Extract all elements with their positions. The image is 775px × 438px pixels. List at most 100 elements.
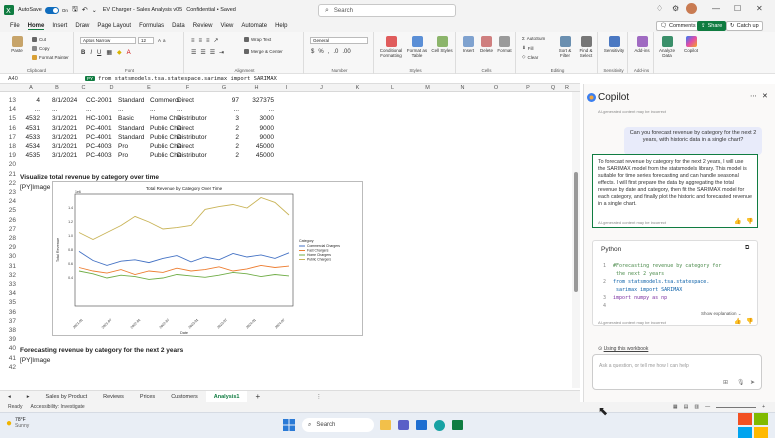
zoom-slider[interactable]	[716, 406, 757, 408]
table-cell[interactable]: 3/1/2021	[52, 134, 77, 141]
excel-app-icon[interactable]	[452, 420, 463, 432]
row-header[interactable]: 30	[0, 253, 18, 260]
grow-font-icon[interactable]: A	[158, 38, 161, 43]
save-icon[interactable]: 🖫	[72, 5, 78, 16]
table-cell[interactable]: ...	[177, 106, 182, 113]
number-format-dropdown[interactable]: General	[310, 37, 368, 44]
analyze-data-button[interactable]: Analyze Data	[656, 36, 678, 58]
settings-icon[interactable]: ⚙	[672, 4, 679, 13]
column-header-d[interactable]: D	[95, 84, 128, 92]
cell-styles-button[interactable]: Cell Styles	[431, 36, 453, 53]
sheet-tab-prices[interactable]: Prices	[132, 391, 163, 403]
align-center-icon[interactable]: ☰	[200, 49, 205, 56]
row-header[interactable]: 25	[0, 207, 18, 214]
table-cell[interactable]: Distributor	[177, 134, 207, 141]
table-cell[interactable]: 4532	[10, 115, 40, 122]
more-sheets-icon[interactable]: ⋮	[308, 391, 330, 403]
font-name-dropdown[interactable]: Aptos Narrow	[80, 37, 136, 44]
sensitivity-button[interactable]: Sensitivity	[602, 36, 626, 53]
table-cell[interactable]: 45000	[244, 152, 274, 159]
fill-color-icon[interactable]: ◆	[117, 49, 122, 56]
table-cell[interactable]: 2	[215, 152, 239, 159]
table-cell[interactable]: Standard	[118, 97, 144, 104]
table-cell[interactable]: ...	[244, 106, 274, 113]
insert-cells-button[interactable]: Insert	[460, 36, 477, 53]
table-cell[interactable]: ...	[215, 106, 239, 113]
row-header[interactable]: 26	[0, 217, 18, 224]
avatar[interactable]	[686, 3, 697, 16]
outlook-app-icon[interactable]	[416, 420, 427, 432]
copy-button[interactable]: Copy	[32, 46, 50, 51]
sheet-tab-analysis1[interactable]: Analysis1	[205, 390, 248, 403]
taskbar-search[interactable]: ⌕ Search	[302, 418, 374, 432]
table-cell[interactable]: PC-4003	[86, 152, 112, 159]
row-header[interactable]: 20	[0, 161, 18, 168]
teams-app-icon[interactable]	[398, 420, 409, 432]
table-cell[interactable]: 327375	[244, 97, 274, 104]
table-cell[interactable]: 3000	[244, 115, 274, 122]
indent-icon[interactable]: ⇥	[219, 49, 224, 56]
comments-button[interactable]: 🗨 Comments	[656, 21, 700, 31]
section-title-visualize[interactable]: Visualize total revenue by category over…	[20, 174, 159, 181]
sort-filter-button[interactable]: Sort & Filter	[556, 36, 574, 58]
copilot-close-icon[interactable]: ✕	[762, 92, 768, 100]
row-header[interactable]: 29	[0, 244, 18, 251]
increase-decimal-icon[interactable]: .0	[333, 49, 338, 55]
table-cell[interactable]: PC-4003	[86, 143, 112, 150]
find-select-button[interactable]: Find & Select	[576, 36, 596, 58]
table-cell[interactable]: 3	[215, 115, 239, 122]
row-header[interactable]: 27	[0, 226, 18, 233]
scrollbar-thumb[interactable]	[574, 172, 578, 292]
tab-home[interactable]: Home	[27, 23, 45, 30]
add-sheet-button[interactable]: +	[247, 391, 268, 403]
tab-insert[interactable]: Insert	[52, 23, 67, 29]
row-header[interactable]: 41	[0, 355, 18, 362]
autosum-button[interactable]: Σ AutoSum	[522, 36, 545, 41]
align-bottom-icon[interactable]: ≡	[206, 38, 210, 44]
table-cell[interactable]: 4533	[10, 134, 40, 141]
font-color-icon[interactable]: A	[127, 50, 131, 56]
table-cell[interactable]: PC-4001	[86, 125, 112, 132]
decrease-decimal-icon[interactable]: .00	[342, 49, 350, 55]
sheet-nav-prev-icon[interactable]: ◂	[0, 391, 19, 403]
align-right-icon[interactable]: ☰	[210, 49, 215, 56]
close-icon[interactable]: ✕	[756, 4, 763, 13]
column-header-a[interactable]: A	[20, 84, 42, 92]
copilot-ribbon-button[interactable]: Copilot	[680, 36, 702, 53]
row-header[interactable]: 37	[0, 318, 18, 325]
column-header-p[interactable]: P	[512, 84, 544, 92]
table-cell[interactable]: Commerci	[150, 97, 180, 104]
italic-icon[interactable]: I	[90, 50, 92, 56]
search-input[interactable]: ⌕ Search	[318, 4, 456, 17]
send-icon[interactable]: ➤	[750, 379, 755, 386]
table-cell[interactable]: 45000	[244, 143, 274, 150]
sheet-nav-next-icon[interactable]: ▸	[19, 391, 38, 403]
table-cell[interactable]: 2	[215, 134, 239, 141]
table-cell[interactable]: 2	[215, 143, 239, 150]
delete-cells-button[interactable]: Delete	[478, 36, 495, 53]
table-cell[interactable]: Standard	[118, 125, 144, 132]
font-grow-shrink[interactable]: Aa	[158, 38, 166, 43]
align-left-icon[interactable]: ☰	[191, 49, 196, 56]
copy-code-icon[interactable]: ⧉	[745, 245, 749, 252]
column-header-j[interactable]: J	[303, 84, 340, 92]
weather-widget[interactable]: ● 78°F Sunny	[6, 417, 29, 429]
column-header-h[interactable]: H	[243, 84, 270, 92]
table-cell[interactable]: CC-2001	[86, 97, 112, 104]
thumbs-up-icon[interactable]: 👍	[734, 218, 741, 225]
tab-file[interactable]: File	[10, 23, 20, 29]
row-header[interactable]: 39	[0, 336, 18, 343]
sheet-tab-reviews[interactable]: Reviews	[95, 391, 132, 403]
explorer-app-icon[interactable]	[380, 420, 391, 432]
column-header-b[interactable]: B	[42, 84, 72, 92]
table-cell[interactable]: Standard	[118, 134, 144, 141]
table-cell[interactable]: Direct	[177, 143, 194, 150]
tab-formulas[interactable]: Formulas	[139, 23, 164, 29]
align-top-icon[interactable]: ≡	[191, 38, 195, 44]
section-title-forecast[interactable]: Forecasting revenue by category for the …	[20, 347, 183, 354]
minimize-icon[interactable]: —	[712, 4, 720, 13]
share-button[interactable]: ⇪ Share	[697, 21, 727, 31]
microphone-icon[interactable]: 🎙	[737, 379, 745, 386]
python-image-cell-2[interactable]: [PY]Image	[20, 357, 50, 364]
orientation-icon[interactable]: ↗	[214, 37, 219, 44]
